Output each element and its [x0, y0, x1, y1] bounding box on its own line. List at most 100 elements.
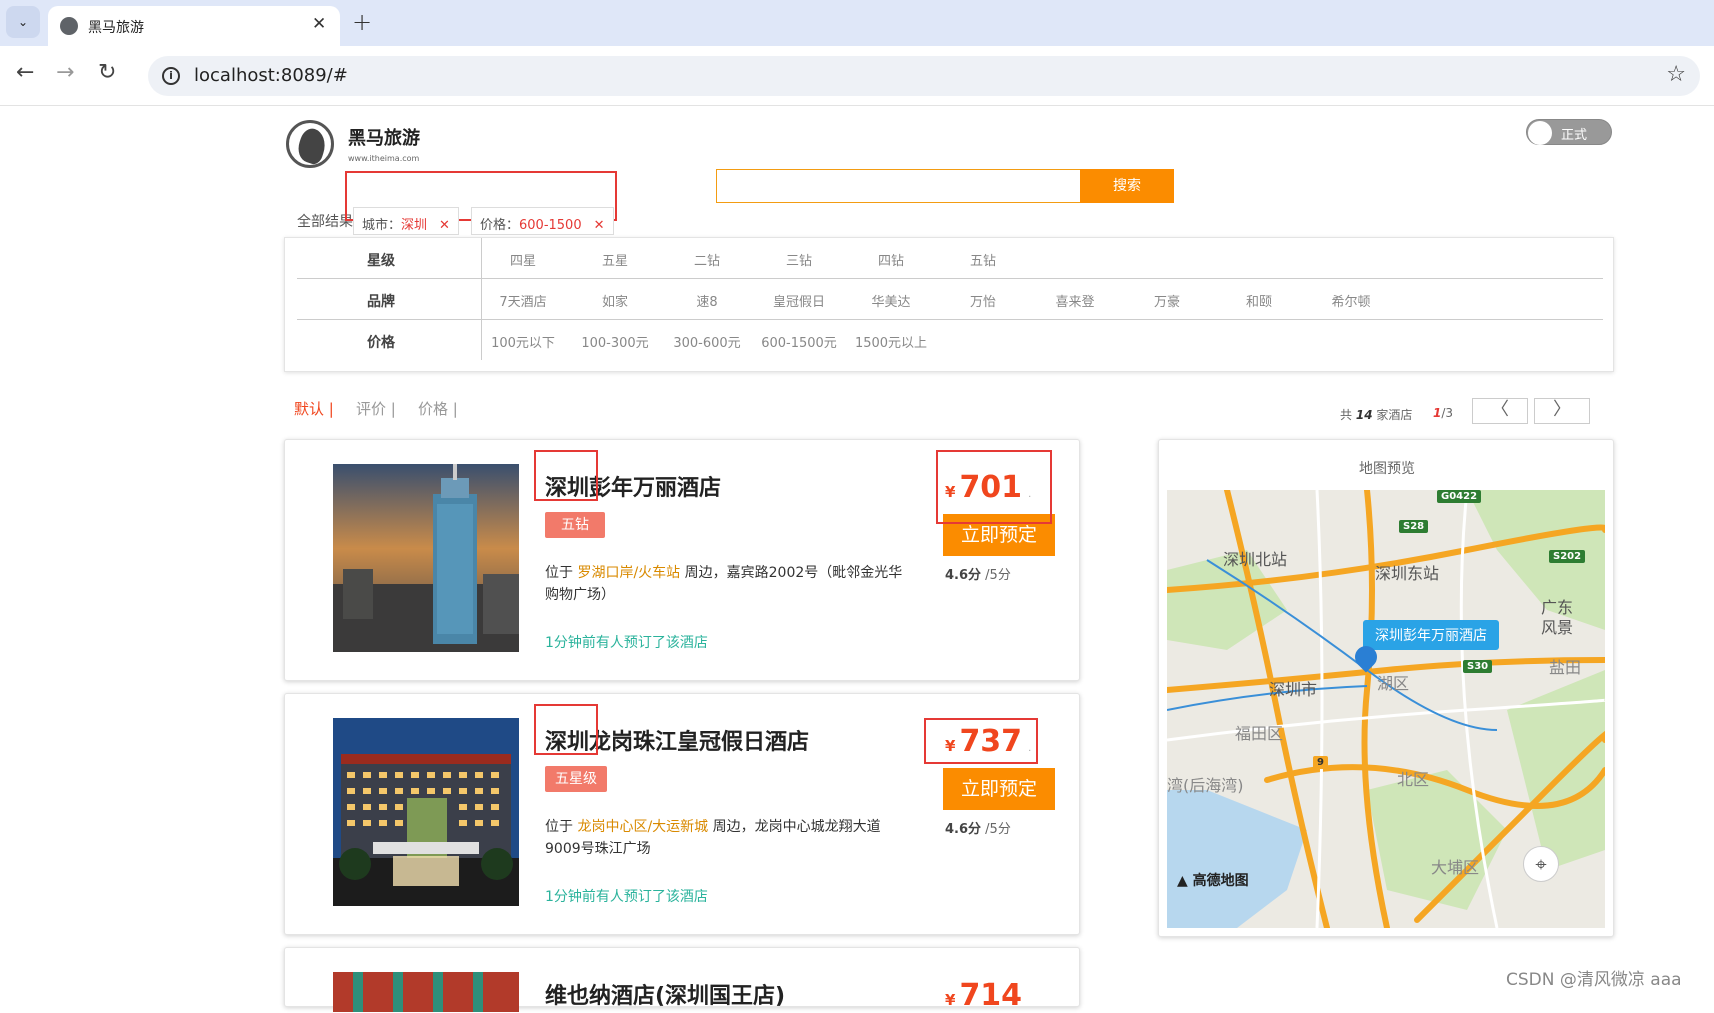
hotel-photo: [333, 464, 519, 652]
addr-prefix: 位于: [545, 819, 573, 835]
filter-row-label: 星级: [367, 253, 395, 269]
new-tab-button[interactable]: +: [352, 8, 372, 36]
toggle-knob: [1528, 121, 1552, 145]
road-badge: S30: [1463, 660, 1493, 673]
map-label: 深圳市: [1269, 680, 1318, 699]
filter-option[interactable]: 7天酒店: [473, 291, 573, 310]
filter-option[interactable]: 如家: [565, 291, 665, 310]
map-marker-label: 深圳彭年万丽酒店: [1363, 620, 1499, 650]
globe-icon: [60, 17, 78, 35]
locate-icon[interactable]: ⌖: [1523, 846, 1559, 882]
total-count: 共 14 家酒店: [1340, 406, 1412, 423]
browser-tab[interactable]: 黑马旅游 ✕: [48, 6, 340, 46]
filter-option[interactable]: 四钻: [841, 250, 941, 269]
filter-panel: 星级 四星 五星 二钻 三钻 四钻 五钻 品牌 7天酒店 如家 速8 皇冠假日 …: [284, 237, 1614, 372]
filter-option[interactable]: 希尔顿: [1301, 291, 1401, 310]
close-icon[interactable]: ✕: [312, 14, 326, 34]
filter-option[interactable]: 100元以下: [473, 332, 573, 351]
road-badge: S202: [1549, 550, 1586, 563]
highlight-box: [534, 704, 598, 755]
page-indicator: 1/3: [1433, 406, 1453, 420]
filter-row-star: 星级 四星 五星 二钻 三钻 四钻 五钻: [297, 238, 1603, 278]
tag-value: 深圳: [401, 218, 428, 233]
filter-option[interactable]: 300-600元: [657, 332, 757, 351]
remove-tag-icon[interactable]: ✕: [594, 218, 605, 233]
page-count: /3: [1441, 406, 1454, 420]
filter-option[interactable]: 喜来登: [1025, 291, 1125, 310]
filter-option[interactable]: 三钻: [749, 250, 849, 269]
bookmark-star-icon[interactable]: ☆: [1666, 62, 1686, 87]
search-button[interactable]: 搜索: [1080, 169, 1174, 203]
tab-search-button[interactable]: ⌄: [6, 6, 40, 38]
filter-option[interactable]: 万豪: [1117, 291, 1217, 310]
hotel-address: 位于 龙岗中心区/大运新城 周边，龙岗中心城龙翔大道9009号珠江广场: [545, 816, 915, 860]
filter-option[interactable]: 二钻: [657, 250, 757, 269]
hotel-rating: 4.6分 /5分: [945, 818, 1011, 837]
star-badge: 五钻: [545, 512, 605, 538]
score-max: /5分: [985, 568, 1011, 583]
map-title: 地图预览: [1359, 461, 1415, 477]
next-page-button[interactable]: 〉: [1534, 398, 1590, 424]
filter-option[interactable]: 五星: [565, 250, 665, 269]
star-badge: 五星级: [545, 766, 607, 792]
info-icon[interactable]: i: [162, 67, 180, 85]
map-view[interactable]: 深圳北站 深圳东站 深圳市 福田区 湾(后海湾) 湖区 北区 大埔区 广东 风景…: [1167, 490, 1605, 928]
map-label: 深圳东站: [1375, 564, 1440, 583]
road-badge: 9: [1313, 756, 1328, 769]
filter-option[interactable]: 五钻: [933, 250, 1033, 269]
hotel-photo: [333, 972, 519, 1012]
filter-row-price: 价格 100元以下 100-300元 300-600元 600-1500元 15…: [297, 320, 1603, 360]
hotel-name[interactable]: 维也纳酒店(深圳国王店): [545, 978, 785, 1010]
chevron-down-icon: ⌄: [17, 15, 29, 29]
env-toggle[interactable]: 正式: [1526, 119, 1612, 145]
browser-toolbar: ← → ↻ i localhost:8089/# ☆: [0, 46, 1714, 106]
highlight-box: [936, 450, 1052, 524]
hotel-photo: [333, 718, 519, 906]
tag-value: 600-1500: [519, 218, 582, 233]
tab-title: 黑马旅游: [88, 20, 144, 36]
filter-option[interactable]: 四星: [473, 250, 573, 269]
filter-row-brand: 品牌 7天酒店 如家 速8 皇冠假日 华美达 万怡 喜来登 万豪 和颐 希尔顿: [297, 279, 1603, 319]
filter-row-label: 品牌: [367, 294, 395, 310]
reload-icon[interactable]: ↻: [98, 60, 116, 85]
prev-page-button[interactable]: 〈: [1472, 398, 1528, 424]
recent-booking: 1分钟前有人预订了该酒店: [545, 635, 708, 651]
recent-booking: 1分钟前有人预订了该酒店: [545, 889, 708, 905]
filter-option[interactable]: 100-300元: [565, 332, 665, 351]
sort-rating[interactable]: 评价 |: [356, 398, 396, 419]
map-label: 湾(后海湾): [1167, 776, 1244, 795]
sort-price[interactable]: 价格 |: [418, 398, 458, 419]
address-bar[interactable]: i localhost:8089/# ☆: [148, 56, 1700, 96]
back-arrow-icon[interactable]: ←: [16, 60, 34, 85]
filter-option[interactable]: 速8: [657, 291, 757, 310]
total-prefix: 共: [1340, 408, 1353, 422]
sort-default[interactable]: 默认 |: [294, 398, 334, 419]
filter-option[interactable]: 皇冠假日: [749, 291, 849, 310]
remove-tag-icon[interactable]: ✕: [439, 218, 450, 233]
toggle-label: 正式: [1561, 128, 1588, 143]
filter-option[interactable]: 和颐: [1209, 291, 1309, 310]
book-button[interactable]: 立即预定: [943, 768, 1055, 810]
score: 4.6分: [945, 568, 982, 583]
road-badge: S28: [1399, 520, 1429, 533]
url-text[interactable]: localhost:8089/#: [194, 65, 348, 86]
hotel-area: 罗湖口岸/火车站: [577, 565, 681, 581]
hotel-rating: 4.6分 /5分: [945, 564, 1011, 583]
filter-option[interactable]: 600-1500元: [749, 332, 849, 351]
hotel-address: 位于 罗湖口岸/火车站 周边，嘉宾路2002号（毗邻金光华购物广场）: [545, 562, 915, 606]
highlight-box: [924, 718, 1038, 764]
highlight-box: [534, 450, 598, 501]
currency: ¥: [945, 991, 956, 1009]
hotel-card[interactable]: 维也纳酒店(深圳国王店) ¥714: [284, 947, 1080, 1013]
map-preview-card: 地图预览 深圳北站 深圳东站 深圳市 福田区 湾(后海湾) 湖区 北区 大埔区 …: [1158, 439, 1614, 937]
logo-url: www.itheima.com: [348, 154, 420, 163]
filter-option[interactable]: 万怡: [933, 291, 1033, 310]
score-max: /5分: [985, 822, 1011, 837]
forward-arrow-icon[interactable]: →: [56, 60, 74, 85]
search-input[interactable]: [716, 169, 1080, 203]
filter-option[interactable]: 1500元以上: [841, 332, 941, 351]
filter-option[interactable]: 华美达: [841, 291, 941, 310]
filter-tag-price: 价格：600-1500 ✕: [471, 207, 614, 235]
hotel-area: 龙岗中心区/大运新城: [577, 819, 709, 835]
logo-name: 黑马旅游: [348, 128, 420, 149]
